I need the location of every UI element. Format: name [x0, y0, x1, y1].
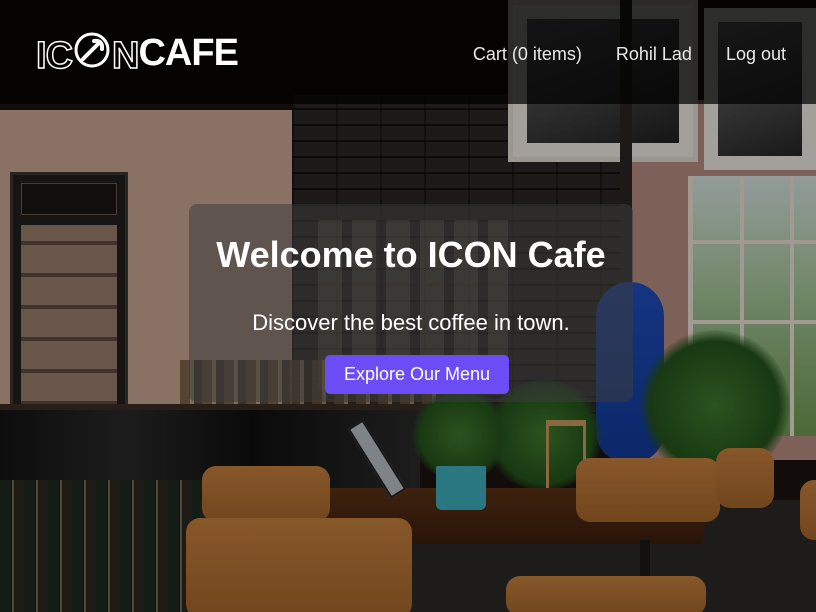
coffee-cup-icon — [74, 32, 110, 67]
hero-subtitle: Discover the best coffee in town. — [252, 310, 570, 335]
logo-cafe-text: CAFE — [138, 32, 238, 74]
hero-card: Welcome to ICON Cafe Discover the best c… — [189, 204, 633, 402]
logo-icon-text: IC N — [35, 32, 140, 75]
explore-menu-button[interactable]: Explore Our Menu — [325, 355, 509, 394]
hero-title: Welcome to ICON Cafe — [216, 234, 606, 275]
nav-logout-link[interactable]: Log out — [726, 42, 786, 66]
navbar: IC N CAFE Cart (0 items) Rohil Lad Log ou… — [0, 0, 816, 104]
nav-cart-link[interactable]: Cart (0 items) — [473, 42, 582, 66]
logo[interactable]: IC N CAFE — [35, 32, 239, 75]
nav-links: Cart (0 items) Rohil Lad Log out — [473, 42, 786, 66]
nav-user-link[interactable]: Rohil Lad — [616, 42, 692, 66]
